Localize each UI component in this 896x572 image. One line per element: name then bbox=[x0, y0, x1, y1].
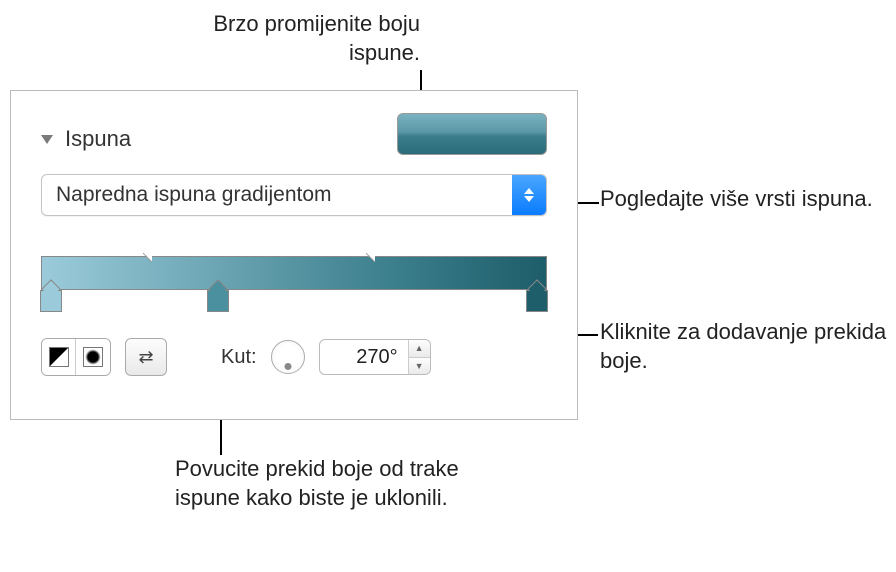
angle-value[interactable]: 270° bbox=[320, 346, 408, 369]
swap-colors-button[interactable]: ⇄ bbox=[125, 338, 167, 376]
gradient-color-stop[interactable] bbox=[207, 290, 229, 312]
gradient-color-stop[interactable] bbox=[40, 290, 62, 312]
section-title: Ispuna bbox=[65, 126, 131, 152]
fill-inspector-panel: Ispuna Napredna ispuna gradijentom ⇄ Kut… bbox=[10, 90, 578, 420]
linear-gradient-button[interactable] bbox=[42, 339, 76, 375]
callout-quick-change-fill: Brzo promijenite boju ispune. bbox=[160, 10, 420, 67]
fill-type-label: Napredna ispuna gradijentom bbox=[42, 183, 512, 207]
radial-gradient-button[interactable] bbox=[76, 339, 110, 375]
chevron-down-icon bbox=[41, 135, 53, 144]
gradient-editor[interactable] bbox=[41, 246, 547, 306]
fill-type-popup[interactable]: Napredna ispuna gradijentom bbox=[41, 174, 547, 216]
angle-dial[interactable] bbox=[271, 340, 305, 374]
callout-click-add-color-stop: Kliknite za dodavanje prekida boje. bbox=[600, 318, 890, 375]
radial-gradient-icon bbox=[83, 347, 103, 367]
angle-label: Kut: bbox=[221, 346, 257, 369]
stepper-up-icon[interactable]: ▲ bbox=[409, 340, 430, 358]
callout-drag-remove-color-stop: Povucite prekid boje od trake ispune kak… bbox=[175, 455, 475, 512]
callout-see-more-fill-types: Pogledajte više vrsti ispuna. bbox=[600, 185, 880, 214]
stepper-down-icon[interactable]: ▼ bbox=[409, 358, 430, 375]
angle-field[interactable]: 270° ▲ ▼ bbox=[319, 339, 431, 375]
gradient-type-segmented[interactable] bbox=[41, 338, 111, 376]
linear-gradient-icon bbox=[49, 347, 69, 367]
fill-color-swatch[interactable] bbox=[397, 113, 547, 155]
gradient-color-stop[interactable] bbox=[526, 290, 548, 312]
popup-arrows-icon bbox=[512, 175, 546, 215]
gradient-bar[interactable] bbox=[41, 256, 547, 290]
swap-icon: ⇄ bbox=[138, 347, 153, 368]
angle-stepper[interactable]: ▲ ▼ bbox=[408, 340, 430, 374]
